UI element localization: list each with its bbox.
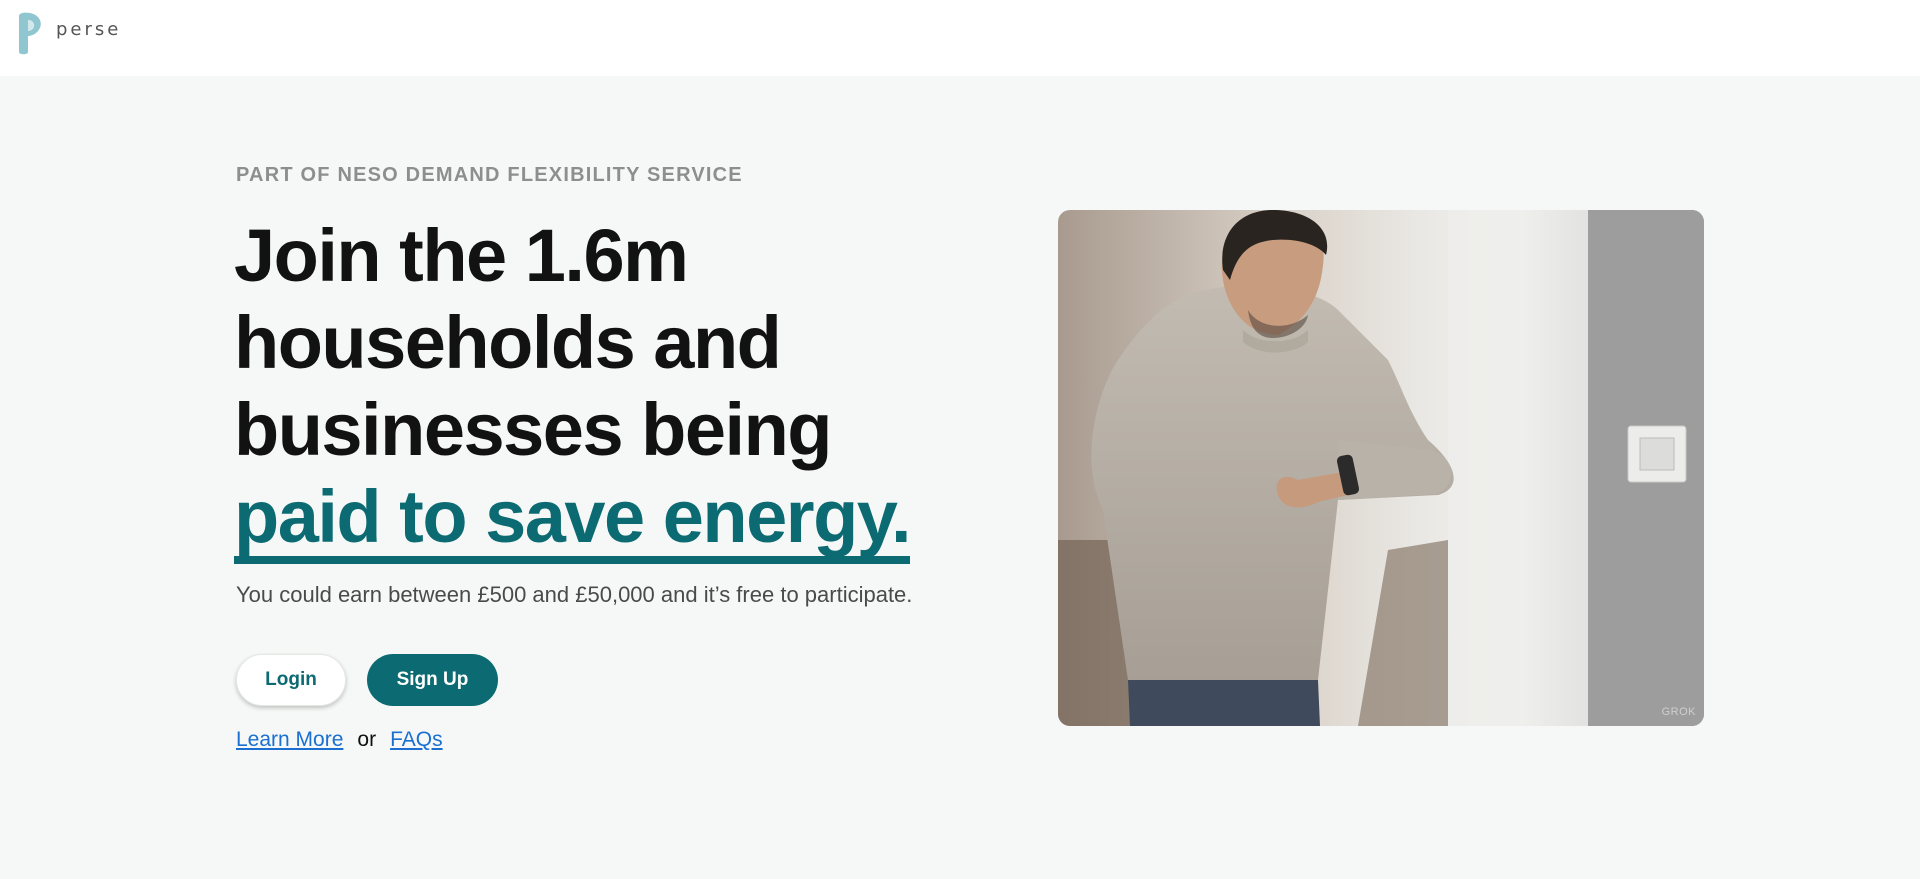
hero-subtext: You could earn between £500 and £50,000 … — [236, 582, 913, 607]
top-navigation-bar: perse — [0, 0, 1920, 76]
brand-name: perse — [56, 18, 122, 40]
headline-line-2: households and — [234, 301, 782, 384]
faqs-link[interactable]: FAQs — [390, 728, 443, 752]
hero-kicker: PART OF NESO DEMAND FLEXIBILITY SERVICE — [236, 164, 743, 186]
signup-button[interactable]: Sign Up — [367, 654, 498, 706]
man-checking-watch-illustration — [1058, 210, 1704, 726]
learn-more-link[interactable]: Learn More — [236, 728, 343, 752]
headline-line-3: businesses being — [234, 388, 832, 471]
links-separator: or — [357, 728, 377, 751]
perse-logo[interactable]: perse — [16, 12, 121, 56]
hero-section: PART OF NESO DEMAND FLEXIBILITY SERVICE … — [0, 76, 1920, 879]
secondary-links: Learn More or FAQs — [236, 728, 443, 752]
hero-photo: GROK — [1058, 210, 1704, 726]
login-button[interactable]: Login — [236, 654, 346, 706]
image-watermark: GROK — [1661, 706, 1696, 718]
perse-logo-icon — [19, 12, 41, 55]
headline-accent: paid to save energy. — [234, 478, 912, 564]
hero-headline: Join the 1.6m households and businesses … — [234, 212, 994, 564]
headline-line-1: Join the 1.6m — [234, 214, 689, 297]
